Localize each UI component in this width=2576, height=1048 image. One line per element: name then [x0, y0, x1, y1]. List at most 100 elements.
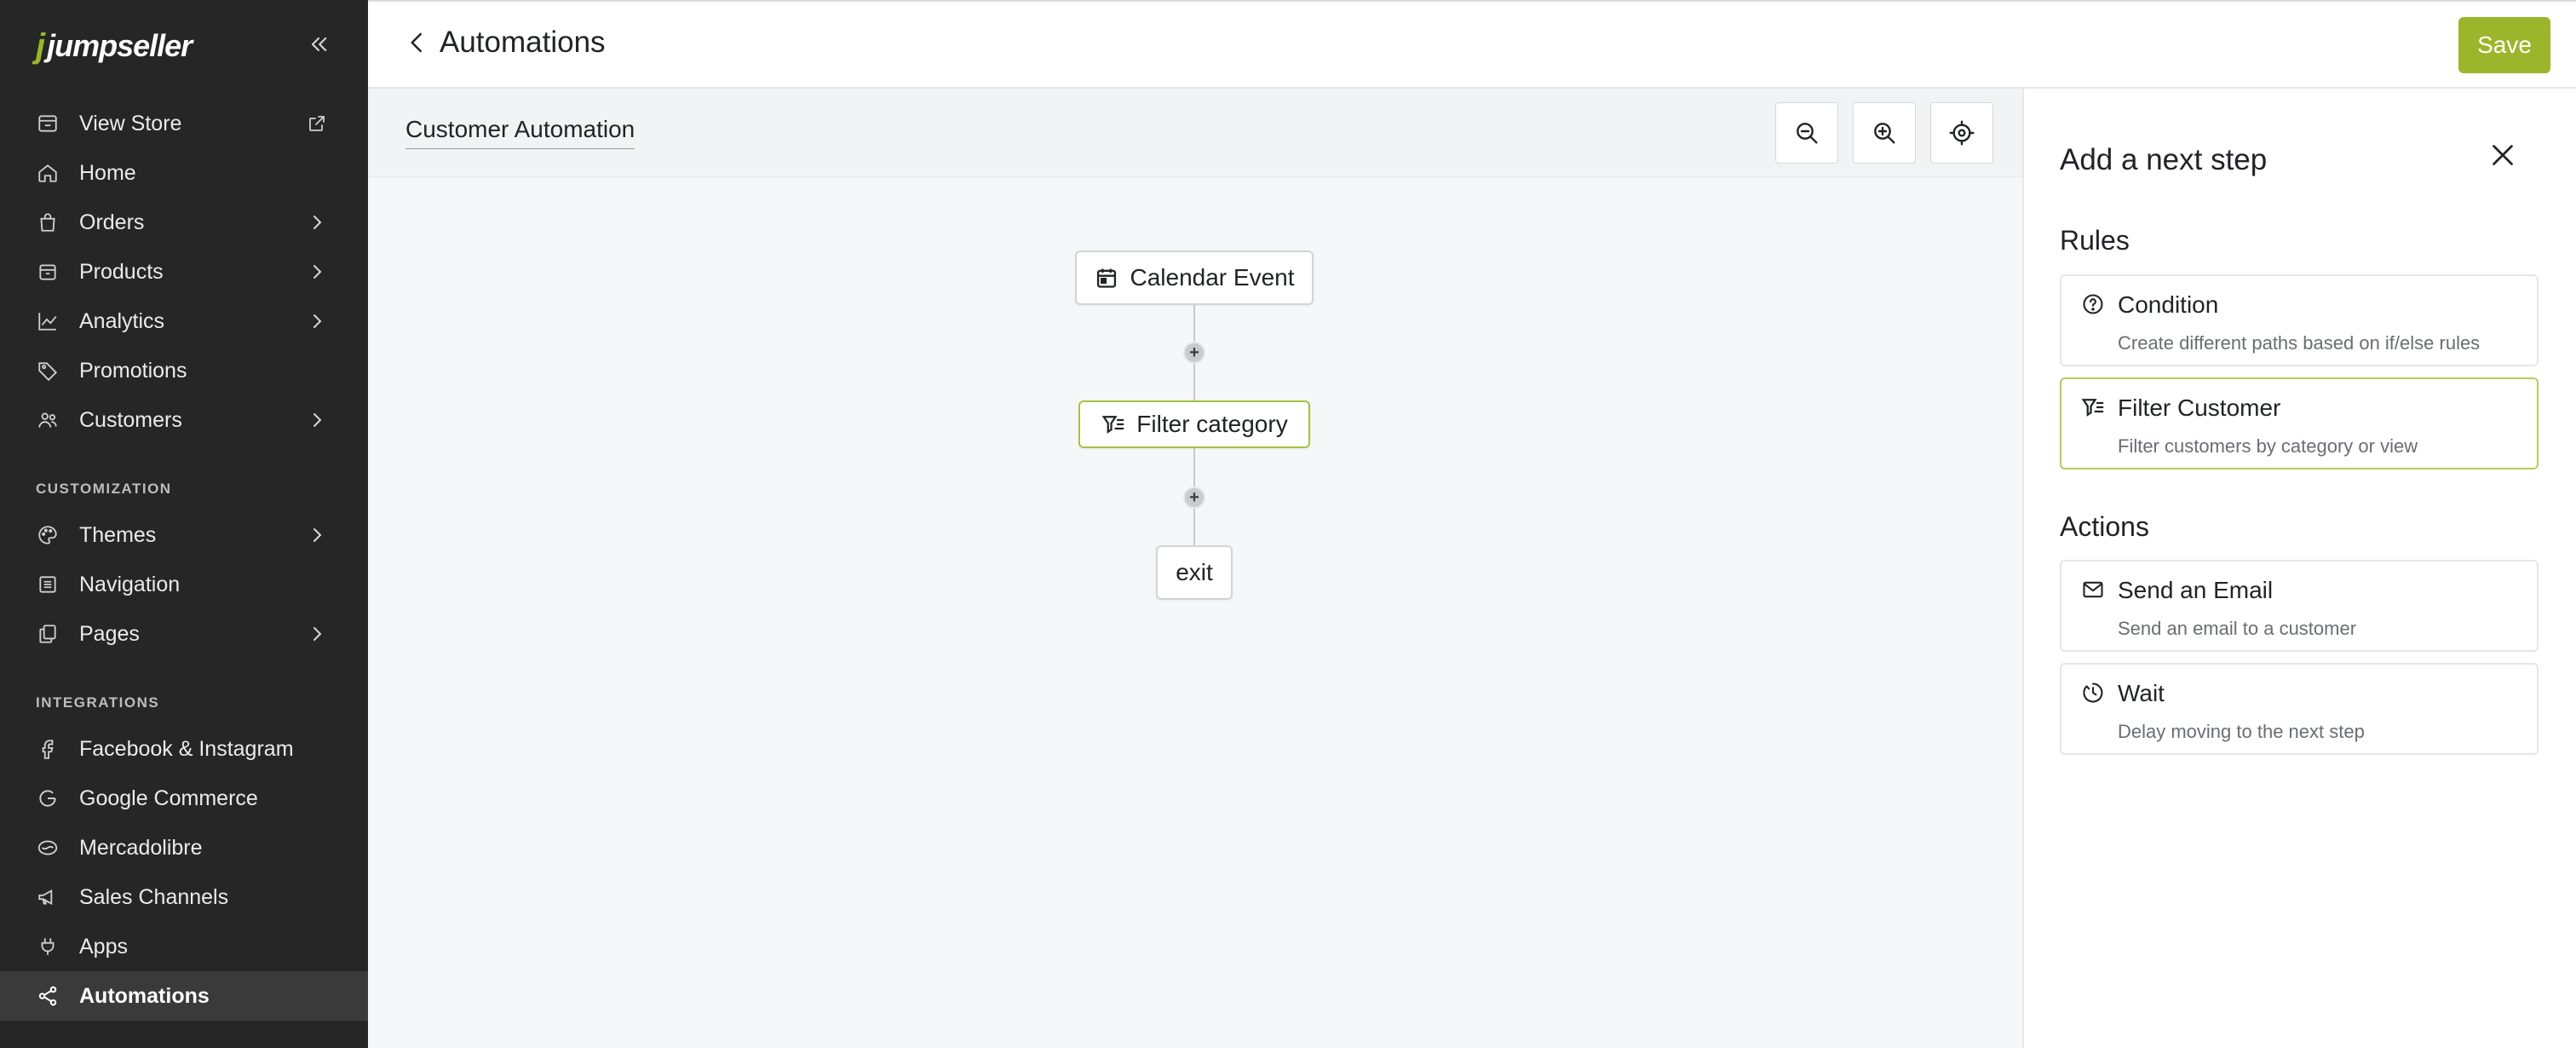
option-title: Filter Customer [2118, 394, 2281, 421]
option-condition[interactable]: Condition Create different paths based o… [2060, 274, 2539, 366]
section-label-integrations: INTEGRATIONS [36, 694, 160, 711]
sidebar-item-orders[interactable]: Orders [0, 198, 368, 247]
sidebar-item-label: Google Commerce [79, 786, 258, 810]
zoom-out-icon [1797, 123, 1818, 144]
actions-heading: Actions [2060, 511, 2149, 542]
save-button[interactable]: Save [2458, 17, 2550, 73]
external-link-icon [307, 113, 329, 135]
sidebar-item-navigation[interactable]: Navigation [0, 560, 368, 609]
filter-icon [2080, 394, 2106, 420]
home-icon [36, 161, 60, 185]
sidebar-item-themes[interactable]: Themes [0, 510, 368, 560]
tag-icon [36, 359, 60, 383]
option-description: Create different paths based on if/else … [2118, 332, 2481, 354]
back-button[interactable] [400, 26, 434, 60]
add-step-button[interactable]: + [1183, 342, 1205, 364]
store-icon [36, 112, 60, 135]
option-filter-customer[interactable]: Filter Customer Filter customers by cate… [2060, 377, 2539, 469]
facebook-icon [36, 737, 60, 761]
pages-icon [36, 622, 60, 646]
users-icon [36, 408, 60, 432]
sidebar-item-customers[interactable]: Customers [0, 395, 368, 445]
bag-icon [36, 210, 60, 234]
automation-name-field[interactable]: Customer Automation [405, 116, 635, 149]
option-description: Filter customers by category or view [2118, 435, 2418, 457]
node-label: exit [1176, 559, 1213, 585]
share-icon [36, 984, 60, 1008]
close-icon [2493, 145, 2513, 165]
sidebar-item-google-commerce[interactable]: Google Commerce [0, 774, 368, 823]
sidebar-item-automations[interactable]: Automations [0, 971, 368, 1021]
sidebar-item-label: Pages [79, 621, 140, 646]
sidebar-item-label: Mercadolibre [79, 835, 203, 860]
collapse-sidebar-button[interactable] [303, 29, 334, 60]
node-label: Calendar Event [1130, 264, 1295, 291]
sidebar-item-apps[interactable]: Apps [0, 922, 368, 971]
timer-icon [2080, 680, 2106, 705]
megaphone-icon [36, 885, 60, 909]
sidebar-item-facebook-instagram[interactable]: Facebook & Instagram [0, 724, 368, 774]
mercadolibre-icon [36, 836, 60, 860]
automation-canvas[interactable] [368, 177, 2022, 1048]
chevron-right-icon [307, 311, 329, 333]
option-title: Send an Email [2118, 577, 2274, 603]
chevron-right-icon [307, 525, 329, 547]
google-icon [36, 786, 60, 810]
list-icon [36, 573, 60, 596]
chevron-right-icon [307, 624, 329, 646]
plug-icon [36, 935, 60, 959]
box-icon [36, 260, 60, 284]
recenter-button[interactable] [1930, 102, 1993, 164]
sidebar-item-label: Home [79, 160, 136, 185]
double-chevron-left-icon [311, 37, 327, 52]
logo-text: jumpseller [47, 28, 193, 63]
section-label-customization: CUSTOMIZATION [36, 481, 172, 497]
sidebar-item-label: Promotions [79, 358, 187, 383]
sidebar-item-label: Automations [79, 983, 210, 1008]
mail-icon [2080, 577, 2106, 602]
option-wait[interactable]: Wait Delay moving to the next step [2060, 663, 2539, 755]
jumpseller-logo[interactable]: j jumpseller [36, 26, 193, 66]
sidebar-item-pages[interactable]: Pages [0, 609, 368, 659]
close-panel-button[interactable] [2484, 136, 2521, 174]
node-label: Filter category [1136, 411, 1288, 437]
zoom-in-button[interactable] [1853, 102, 1916, 164]
panel-title: Add a next step [2060, 143, 2268, 176]
option-title: Condition [2118, 291, 2219, 318]
sidebar-item-home[interactable]: Home [0, 148, 368, 198]
rules-heading: Rules [2060, 225, 2130, 256]
sidebar-item-promotions[interactable]: Promotions [0, 346, 368, 395]
sidebar-item-label: Analytics [79, 308, 165, 333]
sidebar-item-analytics[interactable]: Analytics [0, 297, 368, 346]
sidebar: j jumpseller View Store Home Orders Prod… [0, 0, 368, 1048]
sidebar-item-products[interactable]: Products [0, 247, 368, 297]
sidebar-item-label: Facebook & Instagram [79, 736, 294, 761]
question-icon [2080, 291, 2106, 317]
option-description: Delay moving to the next step [2118, 721, 2365, 742]
sidebar-item-label: View Store [79, 111, 182, 135]
sidebar-item-label: Customers [79, 407, 182, 432]
flow-node-filter-category[interactable]: Filter category [1078, 400, 1310, 448]
option-description: Send an email to a customer [2118, 618, 2357, 639]
recenter-icon [1949, 120, 1975, 146]
filter-icon [1101, 412, 1126, 437]
chevron-right-icon [307, 410, 329, 432]
sidebar-item-view-store[interactable]: View Store [0, 99, 368, 148]
palette-icon [36, 523, 60, 547]
add-step-button[interactable]: + [1183, 487, 1205, 509]
sidebar-item-label: Navigation [79, 572, 181, 596]
flow-node-calendar-event[interactable]: Calendar Event [1075, 250, 1314, 305]
chevron-right-icon [307, 212, 329, 234]
option-send-email[interactable]: Send an Email Send an email to a custome… [2060, 560, 2539, 652]
sidebar-item-mercadolibre[interactable]: Mercadolibre [0, 823, 368, 872]
flow-node-exit[interactable]: exit [1156, 545, 1233, 600]
chevron-left-icon [411, 32, 422, 53]
sidebar-item-label: Apps [79, 934, 128, 959]
page-title: Automations [440, 26, 606, 59]
option-title: Wait [2118, 680, 2165, 706]
sidebar-item-sales-channels[interactable]: Sales Channels [0, 872, 368, 922]
sidebar-item-label: Orders [79, 210, 145, 234]
zoom-out-button[interactable] [1775, 102, 1838, 164]
chart-icon [36, 309, 60, 333]
calendar-icon [1094, 265, 1119, 291]
